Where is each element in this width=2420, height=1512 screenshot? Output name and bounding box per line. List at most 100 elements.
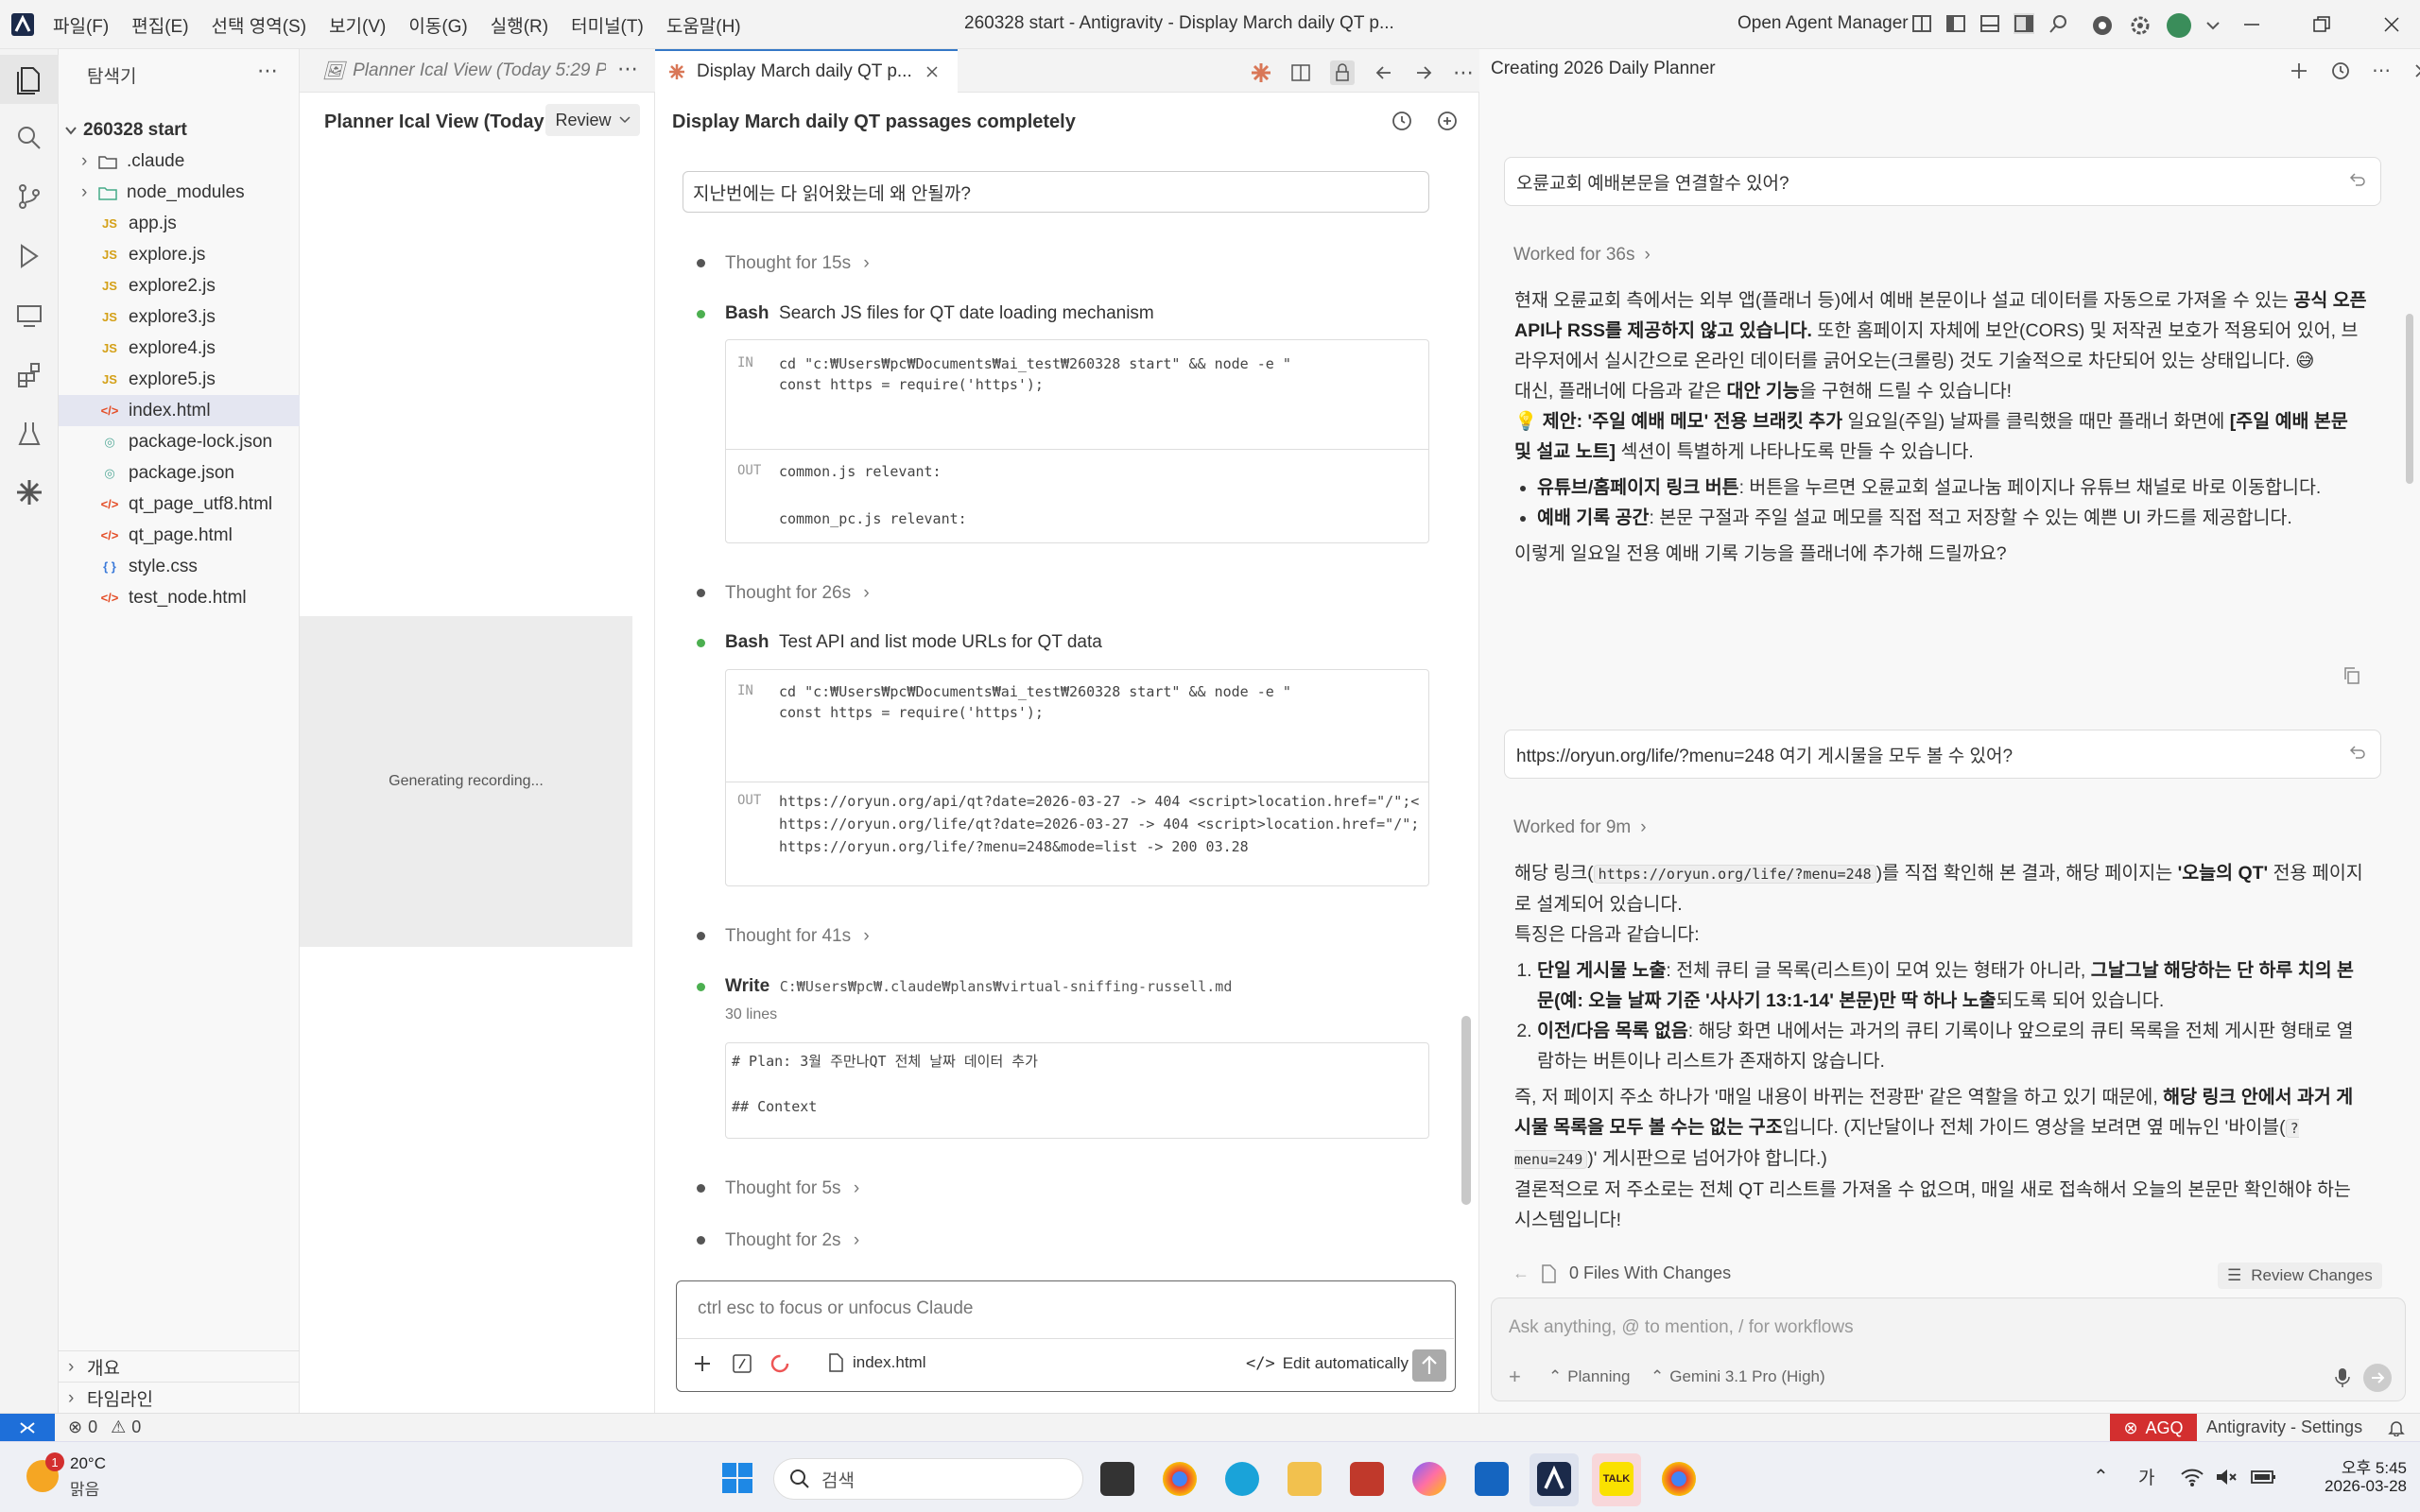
tree-file[interactable]: JS explore3.js [59,301,300,333]
more-icon[interactable]: ⋯ [1453,60,1474,85]
source-control-icon[interactable] [14,181,44,212]
menu-help[interactable]: 도움말(H) [666,12,741,38]
toggle-sidebar-icon[interactable] [1945,13,1966,34]
clock-time[interactable]: 오후 5:45 [2322,1454,2407,1478]
thought-toggle[interactable]: Thought for 5s › [725,1178,859,1199]
settings-status[interactable]: Antigravity - Settings [2206,1418,2362,1437]
menu-selection[interactable]: 선택 영역(S) [212,12,307,38]
history-icon[interactable] [1391,110,1413,132]
new-chat-icon[interactable] [1436,110,1459,132]
slash-command-icon[interactable] [732,1353,752,1374]
review-changes-button[interactable]: ☰ Review Changes [2218,1263,2382,1289]
scrollbar-thumb[interactable] [1461,1016,1471,1205]
claude-icon[interactable] [1251,62,1271,83]
tree-file[interactable]: JS explore5.js [59,364,300,395]
gear-icon[interactable] [2129,14,2152,37]
tree-file-selected[interactable]: </> index.html [59,395,300,426]
tab-planner[interactable]: 🖼 Planner Ical View (Today 5:29 PM) [322,49,606,93]
avatar[interactable] [2167,13,2191,38]
menu-go[interactable]: 이동(G) [408,12,467,38]
close-icon[interactable] [925,65,939,78]
plus-icon[interactable] [692,1353,713,1374]
bell-icon[interactable] [2388,1419,2405,1436]
tree-file[interactable]: ◎ package-lock.json [59,426,300,457]
more-icon[interactable]: ⋯ [257,59,278,83]
edit-automatically-toggle[interactable]: </> Edit automatically [1246,1354,1409,1373]
plus-icon[interactable] [2289,60,2309,81]
agent-input[interactable]: Ask anything, @ to mention, / for workfl… [1509,1317,1854,1338]
tab-claude[interactable]: Display March daily QT p... [655,49,958,93]
send-button[interactable] [2363,1364,2392,1392]
tree-root[interactable]: 260328 start [59,114,300,146]
menu-edit[interactable]: 편집(E) [131,12,188,38]
claude-icon[interactable] [14,477,44,507]
toggle-panel-icon[interactable] [1979,13,2000,34]
tree-file[interactable]: { } style.css [59,551,300,582]
search-icon[interactable] [14,123,44,153]
antigravity-icon[interactable] [1537,1462,1571,1496]
undo-icon[interactable] [2348,743,2365,760]
chrome-icon[interactable] [1163,1462,1197,1496]
remote-indicator[interactable] [0,1414,55,1442]
menu-terminal[interactable]: 터미널(T) [571,12,644,38]
timeline-section[interactable]: › 타임라인 [59,1383,300,1414]
copy-icon[interactable] [2342,666,2361,685]
clock-date[interactable]: 2026-03-28 [2312,1477,2407,1496]
files-changes[interactable]: ← 0 Files With Changes [1512,1263,1731,1283]
file-explorer-icon[interactable] [1288,1462,1322,1496]
file-chip[interactable]: index.html [828,1353,925,1372]
agq-badge[interactable]: ⊗ AGQ [2110,1414,2197,1442]
kakaotalk-icon[interactable]: TALK [1599,1462,1634,1496]
edge-icon[interactable] [1225,1462,1259,1496]
toggle-secondary-sidebar-icon[interactable] [2014,13,2034,34]
problems-indicator[interactable]: ⊗ 0 ⚠ 0 [68,1418,141,1437]
tree-file[interactable]: </> qt_page_utf8.html [59,489,300,520]
thought-toggle[interactable]: Thought for 41s › [725,926,870,947]
chrome-icon[interactable] [2091,14,2114,37]
chevron-down-icon[interactable] [2206,21,2220,30]
scrollbar-thumb[interactable] [2406,314,2413,484]
split-editor-icon[interactable] [1290,62,1311,83]
open-agent-manager-button[interactable]: Open Agent Manager [1737,13,1909,34]
microphone-icon[interactable] [2333,1366,2352,1389]
lock-icon[interactable] [1330,60,1355,85]
menu-view[interactable]: 보기(V) [329,12,386,38]
tree-file[interactable]: ◎ package.json [59,457,300,489]
task-view-icon[interactable] [1100,1462,1134,1496]
more-icon[interactable]: ⋯ [2372,59,2391,82]
extensions-icon[interactable] [14,360,44,390]
wifi-icon[interactable] [2180,1467,2204,1487]
taskbar-search[interactable]: 검색 [773,1458,1083,1500]
tree-folder[interactable]: › .claude [59,146,300,177]
close-icon[interactable] [2380,13,2403,36]
thought-toggle[interactable]: Thought for 2s › [725,1230,859,1251]
remote-explorer-icon[interactable] [14,301,44,331]
chrome-icon[interactable] [1662,1462,1696,1496]
thought-toggle[interactable]: Thought for 26s › [725,583,870,604]
planning-mode-dropdown[interactable]: ⌃ Planning [1548,1367,1630,1386]
worked-toggle[interactable]: Worked for 9m › [1513,817,1647,838]
undo-icon[interactable] [2348,170,2365,187]
tree-file[interactable]: JS explore4.js [59,333,300,364]
worked-toggle[interactable]: Worked for 36s › [1513,245,1651,266]
tree-file[interactable]: </> qt_page.html [59,520,300,551]
more-icon[interactable]: ⋯ [617,57,638,81]
testing-icon[interactable] [14,419,44,449]
tree-file[interactable]: </> test_node.html [59,582,300,613]
chevron-up-icon[interactable]: ⌃ [2093,1465,2109,1488]
send-button[interactable] [1412,1349,1446,1382]
windows-start-icon[interactable] [720,1461,754,1495]
layout-icon[interactable] [1911,13,1932,34]
outlook-icon[interactable] [1475,1462,1509,1496]
ime-indicator[interactable]: 가 [2138,1464,2154,1489]
arrow-left-icon[interactable] [1374,62,1394,83]
store-icon[interactable] [1350,1462,1384,1496]
claude-input[interactable]: ctrl esc to focus or unfocus Claude [698,1298,973,1319]
files-icon[interactable] [14,64,44,94]
tree-file[interactable]: JS explore2.js [59,270,300,301]
search-icon[interactable] [2048,13,2068,34]
model-dropdown[interactable]: ⌃ Gemini 3.1 Pro (High) [1651,1367,1825,1386]
history-icon[interactable] [2330,60,2351,81]
close-icon[interactable] [2411,60,2420,81]
plus-icon[interactable]: + [1509,1365,1521,1389]
